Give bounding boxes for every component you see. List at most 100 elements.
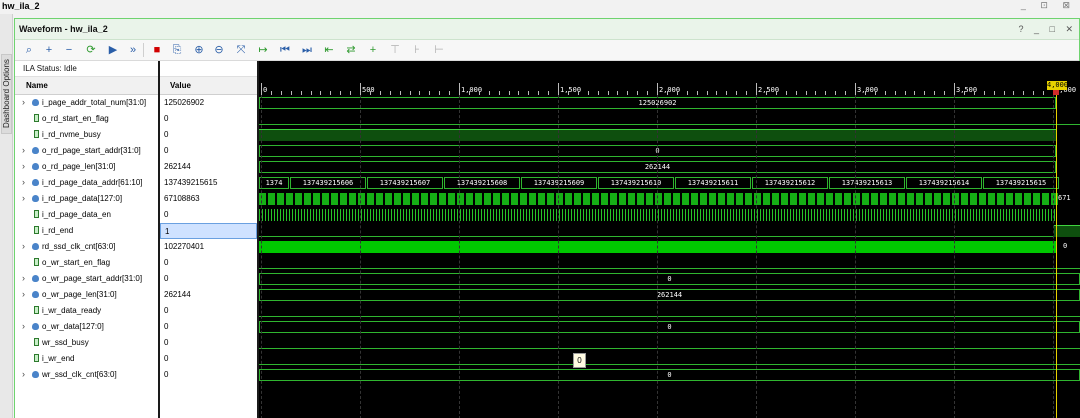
waveform-row[interactable] <box>259 303 1080 319</box>
signal-value-row[interactable]: 1 <box>160 223 257 239</box>
data-enable-pulse <box>529 209 530 221</box>
window-controls[interactable]: _ ⊡ ⊠ <box>1021 0 1076 11</box>
signal-value-row[interactable]: 0 <box>160 207 257 223</box>
run-icon[interactable]: ▶ <box>105 42 121 58</box>
signal-value-row[interactable]: 0 <box>160 335 257 351</box>
add-icon[interactable]: + <box>365 42 381 58</box>
run-all-icon[interactable]: » <box>125 42 141 58</box>
data-burst <box>547 193 554 205</box>
go-first-icon[interactable]: ⏮ <box>277 42 293 58</box>
marker-gray3-icon[interactable]: ⊢ <box>431 42 447 58</box>
signal-value-row[interactable]: 67108863 <box>160 191 257 207</box>
waveform-area[interactable]: 0 500 1,000 1,500 2,000 2,500 3,000 3,500 4,000 … <box>259 61 1080 418</box>
chevron-right-icon[interactable]: › <box>22 321 25 331</box>
waveform-row[interactable] <box>259 255 1080 271</box>
signal-value-row[interactable]: 0 <box>160 367 257 383</box>
signal-row[interactable]: › o_wr_page_start_addr[31:0] <box>15 271 158 287</box>
name-column-header[interactable]: Name <box>26 81 48 90</box>
waveform-row[interactable] <box>259 207 1080 223</box>
waveform-row[interactable] <box>259 127 1080 143</box>
waveform-row[interactable]: 0 <box>259 319 1080 335</box>
time-cursor[interactable] <box>1056 81 1057 418</box>
signal-row[interactable]: › o_wr_page_len[31:0] <box>15 287 158 303</box>
minus-icon[interactable]: − <box>61 42 77 58</box>
waveform-row[interactable] <box>259 111 1080 127</box>
signal-row[interactable]: i_wr_end <box>15 351 158 367</box>
waveform-row[interactable] <box>259 335 1080 351</box>
chevron-right-icon[interactable]: › <box>22 241 25 251</box>
signal-value-row[interactable]: 0 <box>160 303 257 319</box>
signal-row[interactable]: › o_rd_page_start_addr[31:0] <box>15 143 158 159</box>
waveform-row[interactable]: 0 <box>259 271 1080 287</box>
zoom-out-icon[interactable]: ⊖ <box>211 42 227 58</box>
add-marker-icon[interactable]: ⇤ <box>321 42 337 58</box>
waveform-row[interactable]: 262144 <box>259 159 1080 175</box>
chevron-right-icon[interactable]: › <box>22 193 25 203</box>
chevron-right-icon[interactable]: › <box>22 177 25 187</box>
signal-row[interactable]: i_rd_end <box>15 223 158 239</box>
signal-value-row[interactable]: 137439215615 <box>160 175 257 191</box>
data-burst <box>970 193 977 205</box>
signal-row[interactable]: › i_rd_page_data[127:0] <box>15 191 158 207</box>
waveform-row[interactable]: 0 <box>259 143 1080 159</box>
signal-value-row[interactable]: 0 <box>160 143 257 159</box>
chevron-right-icon[interactable]: › <box>22 145 25 155</box>
search-icon[interactable]: ⌕ <box>21 42 37 58</box>
signal-row[interactable]: wr_ssd_busy <box>15 335 158 351</box>
dashboard-options-tab[interactable]: Dashboard Options <box>1 54 12 134</box>
swap-icon[interactable]: ⇄ <box>343 42 359 58</box>
signal-value-row[interactable]: 262144 <box>160 287 257 303</box>
signal-value-row[interactable]: 0 <box>160 271 257 287</box>
panel-controls[interactable]: ? _ □ ✕ <box>1019 24 1078 35</box>
cursor-icon[interactable]: ↦ <box>255 42 271 58</box>
waveform-row[interactable]: 1374 137439215606 137439215607 137439215608… <box>259 175 1080 191</box>
chevron-right-icon[interactable]: › <box>22 289 25 299</box>
signal-row[interactable]: › i_page_addr_total_num[31:0] <box>15 95 158 111</box>
go-last-icon[interactable]: ⏭ <box>299 42 315 58</box>
zoom-in-icon[interactable]: ⊕ <box>191 42 207 58</box>
data-enable-pulse <box>1042 209 1043 221</box>
signal-name: i_page_addr_total_num[31:0] <box>42 98 147 107</box>
stop-icon[interactable]: ■ <box>149 42 165 58</box>
signal-row[interactable]: i_rd_nvme_busy <box>15 127 158 143</box>
cursor-label[interactable]: 4,000 <box>1047 81 1068 90</box>
signal-row[interactable]: i_wr_data_ready <box>15 303 158 319</box>
chevron-right-icon[interactable]: › <box>22 273 25 283</box>
signal-row[interactable]: › rd_ssd_clk_cnt[63:0] <box>15 239 158 255</box>
signal-row[interactable]: › o_rd_page_len[31:0] <box>15 159 158 175</box>
chevron-right-icon[interactable]: › <box>22 161 25 171</box>
signal-row[interactable]: › i_rd_page_data_addr[61:10] <box>15 175 158 191</box>
data-enable-pulse <box>568 209 569 221</box>
signal-value-row[interactable]: 0 <box>160 351 257 367</box>
settings-icon[interactable]: ⟳ <box>83 42 99 58</box>
signal-row[interactable]: o_rd_start_en_flag <box>15 111 158 127</box>
time-ruler[interactable]: 0 500 1,000 1,500 2,000 2,500 3,000 3,500 4,000 <box>259 61 1080 95</box>
value-column-header[interactable]: Value <box>170 81 191 90</box>
plus-icon[interactable]: + <box>41 42 57 58</box>
signal-row[interactable]: i_rd_page_data_en <box>15 207 158 223</box>
waveform-row[interactable]: 0 <box>259 239 1080 255</box>
signal-value-row[interactable]: 0 <box>160 111 257 127</box>
chevron-right-icon[interactable]: › <box>22 97 25 107</box>
signal-value-row[interactable]: 102270401 <box>160 239 257 255</box>
waveform-row[interactable] <box>259 351 1080 367</box>
waveform-row[interactable]: 125026902 <box>259 95 1080 111</box>
chevron-right-icon[interactable]: › <box>22 369 25 379</box>
waveform-row[interactable]: 0 <box>259 367 1080 383</box>
signal-value-row[interactable]: 0 <box>160 127 257 143</box>
waveform-row[interactable] <box>259 223 1080 239</box>
marker-gray2-icon[interactable]: ⊦ <box>409 42 425 58</box>
signal-value-row[interactable]: 125026902 <box>160 95 257 111</box>
zoom-fit-icon[interactable]: ⤧ <box>233 42 249 58</box>
signal-row[interactable]: o_wr_start_en_flag <box>15 255 158 271</box>
waveform-row[interactable]: 262144 <box>259 287 1080 303</box>
signal-row[interactable]: › wr_ssd_clk_cnt[63:0] <box>15 367 158 383</box>
export-icon[interactable]: ⎘ <box>169 42 185 58</box>
signal-value-row[interactable]: 262144 <box>160 159 257 175</box>
marker-gray-icon[interactable]: ⊤ <box>387 42 403 58</box>
signal-value-row[interactable]: 0 <box>160 319 257 335</box>
waveform-row[interactable]: 671 <box>259 191 1080 207</box>
signal-value-row[interactable]: 0 <box>160 255 257 271</box>
signal-row[interactable]: › o_wr_data[127:0] <box>15 319 158 335</box>
data-burst <box>763 193 770 205</box>
